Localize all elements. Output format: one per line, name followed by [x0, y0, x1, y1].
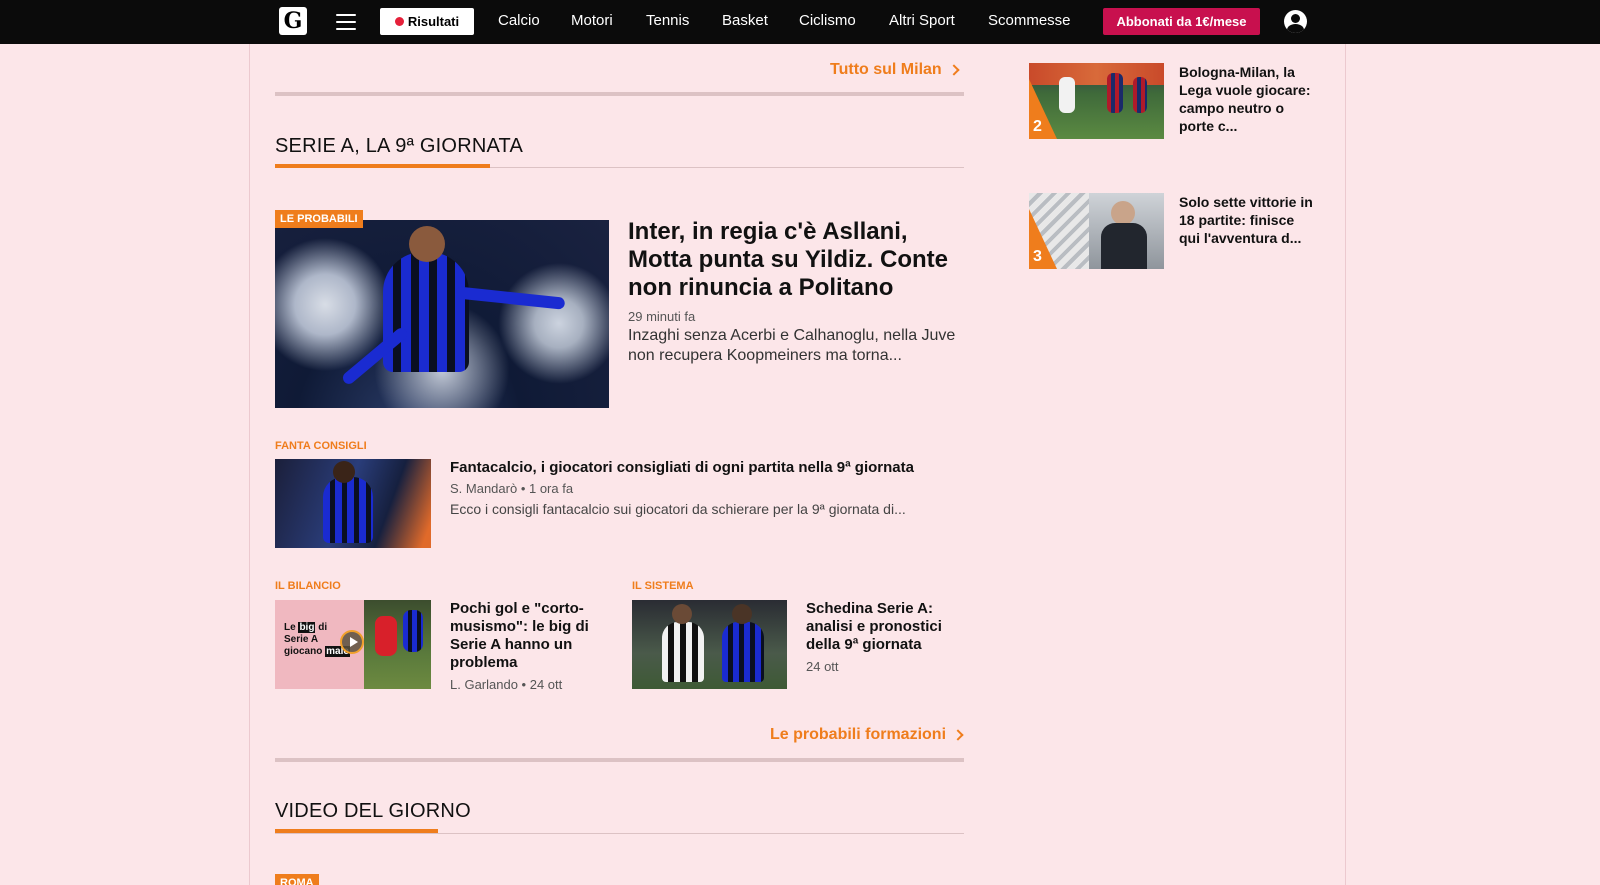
nav-link-motori[interactable]: Motori [571, 12, 613, 29]
risultati-label: Risultati [407, 14, 460, 29]
thumb-text-giocano: giocano [284, 646, 323, 657]
il-bilancio-tag: IL BILANCIO [275, 580, 341, 592]
fanta-consigli-tag: FANTA CONSIGLI [275, 440, 367, 452]
gazzetta-logo[interactable]: G [279, 7, 307, 35]
fantacalcio-article-image[interactable] [275, 459, 431, 548]
il-sistema-tag: IL SISTEMA [632, 580, 694, 592]
thumb-text-serie-a: Serie A [284, 634, 319, 645]
il-bilancio-meta: L. Garlando • 24 ott [450, 677, 563, 692]
subscribe-button[interactable]: Abbonati da 1€/mese [1103, 8, 1260, 35]
nav-link-basket[interactable]: Basket [722, 12, 768, 29]
section-title-serie-a: SERIE A, LA 9ª GIORNATA [275, 135, 524, 157]
fantacalcio-headline[interactable]: Fantacalcio, i giocatori consigliati di … [450, 459, 960, 477]
nav-link-tennis[interactable]: Tennis [646, 12, 689, 29]
user-account-icon[interactable] [1284, 10, 1307, 33]
il-sistema-meta: 24 ott [806, 659, 839, 674]
il-sistema-headline[interactable]: Schedina Serie A: analisi e pronostici d… [806, 600, 956, 654]
lead-article-summary[interactable]: Inzaghi senza Acerbi e Calhanoglu, nella… [628, 326, 958, 366]
lead-article-time: 29 minuti fa [628, 309, 696, 324]
top-navigation-bar: G Risultati Calcio Motori Tennis Basket … [0, 0, 1600, 44]
nav-link-ciclismo[interactable]: Ciclismo [799, 12, 856, 29]
live-dot-icon [394, 17, 404, 26]
roma-tag: ROMA [275, 874, 319, 885]
thumb-text-big: big [298, 622, 316, 633]
thumb-text-di: di [318, 622, 328, 633]
sidebar-article-3-title[interactable]: Solo sette vittorie in 18 partite: finis… [1179, 193, 1319, 247]
column-divider-left [249, 44, 250, 885]
play-icon[interactable] [340, 630, 364, 654]
risultati-button[interactable]: Risultati [380, 8, 474, 35]
chevron-right-icon [948, 64, 960, 76]
nav-link-scommesse[interactable]: Scommesse [988, 12, 1071, 29]
thumb-text-le: Le [284, 622, 296, 633]
nav-link-calcio[interactable]: Calcio [498, 12, 540, 29]
tutto-sul-milan-label: Tutto sul Milan [830, 61, 942, 78]
nav-link-altri-sport[interactable]: Altri Sport [889, 12, 955, 29]
section-title-video-del-giorno: VIDEO DEL GIORNO [275, 800, 471, 822]
tutto-sul-milan-link[interactable]: Tutto sul Milan [830, 61, 960, 79]
sidebar-article-3-image[interactable] [1029, 193, 1164, 269]
sidebar-rank-2: 2 [1033, 118, 1042, 135]
chevron-right-icon [952, 729, 964, 741]
sidebar-article-2-title[interactable]: Bologna-Milan, la Lega vuole giocare: ca… [1179, 63, 1319, 135]
section-divider [275, 758, 964, 762]
section-divider [275, 92, 964, 96]
section-title-underline [275, 829, 438, 833]
column-divider-right [1345, 44, 1346, 885]
il-sistema-article-image[interactable] [632, 600, 787, 689]
sidebar-article-2-image[interactable] [1029, 63, 1164, 139]
lead-article-image[interactable] [275, 220, 609, 408]
fantacalcio-meta: S. Mandarò • 1 ora fa [450, 481, 574, 496]
sidebar-rank-3: 3 [1033, 248, 1042, 265]
il-bilancio-headline[interactable]: Pochi gol e "corto-musismo": le big di S… [450, 600, 605, 672]
section-title-underline [275, 164, 490, 168]
section-title-rule [275, 833, 964, 834]
hamburger-menu-icon[interactable] [336, 14, 356, 30]
lead-article-headline[interactable]: Inter, in regia c'è Asllani, Motta punta… [628, 218, 958, 302]
lead-article-tag: LE PROBABILI [275, 210, 363, 228]
fantacalcio-summary[interactable]: Ecco i consigli fantacalcio sui giocator… [450, 501, 906, 517]
probabili-formazioni-label: Le probabili formazioni [770, 726, 947, 743]
probabili-formazioni-link[interactable]: Le probabili formazioni [770, 726, 964, 744]
il-bilancio-article-image[interactable]: Le big di Serie A giocano male [275, 600, 431, 689]
